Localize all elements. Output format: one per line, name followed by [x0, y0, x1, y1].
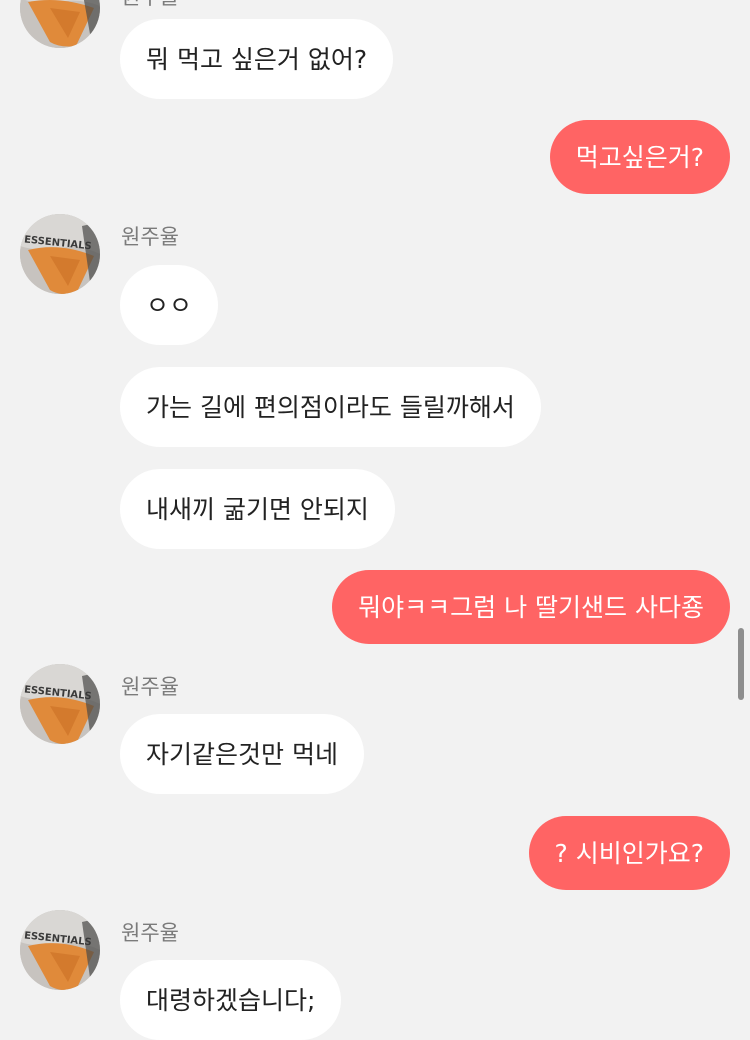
sender-name: 원주율	[121, 921, 179, 945]
sender-avatar[interactable]: ESSENTIALS	[20, 214, 100, 294]
message-bubble-outgoing[interactable]: 뭐야ㅋㅋ그럼 나 딸기샌드 사다죵	[332, 570, 730, 644]
sender-name: 원주율	[121, 675, 179, 699]
message-bubble-outgoing[interactable]: ? 시비인가요?	[528, 816, 730, 890]
sender-avatar[interactable]: ESSENTIALS	[20, 664, 100, 744]
message-bubble-incoming[interactable]: 가는 길에 편의점이라도 들릴까해서	[120, 367, 541, 447]
message-bubble-incoming[interactable]: 내새끼 굶기면 안되지	[120, 469, 395, 549]
sender-name: 원주율	[121, 225, 179, 249]
message-bubble-incoming[interactable]: 자기같은것만 먹네	[120, 714, 364, 794]
message-bubble-incoming[interactable]: 뭐 먹고 싶은거 없어?	[120, 19, 394, 99]
chat-message-list[interactable]: 원주율 뭐 먹고 싶은거 없어? 먹고싶은거? ESSENTIALS 원주율 ㅇ…	[0, 0, 750, 1040]
sender-name: 원주율	[121, 0, 179, 10]
scrollbar-thumb[interactable]	[738, 628, 744, 700]
message-bubble-incoming[interactable]: ㅇㅇ	[120, 265, 219, 345]
sender-avatar[interactable]	[20, 0, 100, 48]
message-bubble-outgoing[interactable]: 먹고싶은거?	[549, 120, 730, 194]
message-bubble-incoming[interactable]: 대령하겠습니다;	[120, 960, 342, 1040]
sender-avatar[interactable]: ESSENTIALS	[20, 910, 100, 990]
